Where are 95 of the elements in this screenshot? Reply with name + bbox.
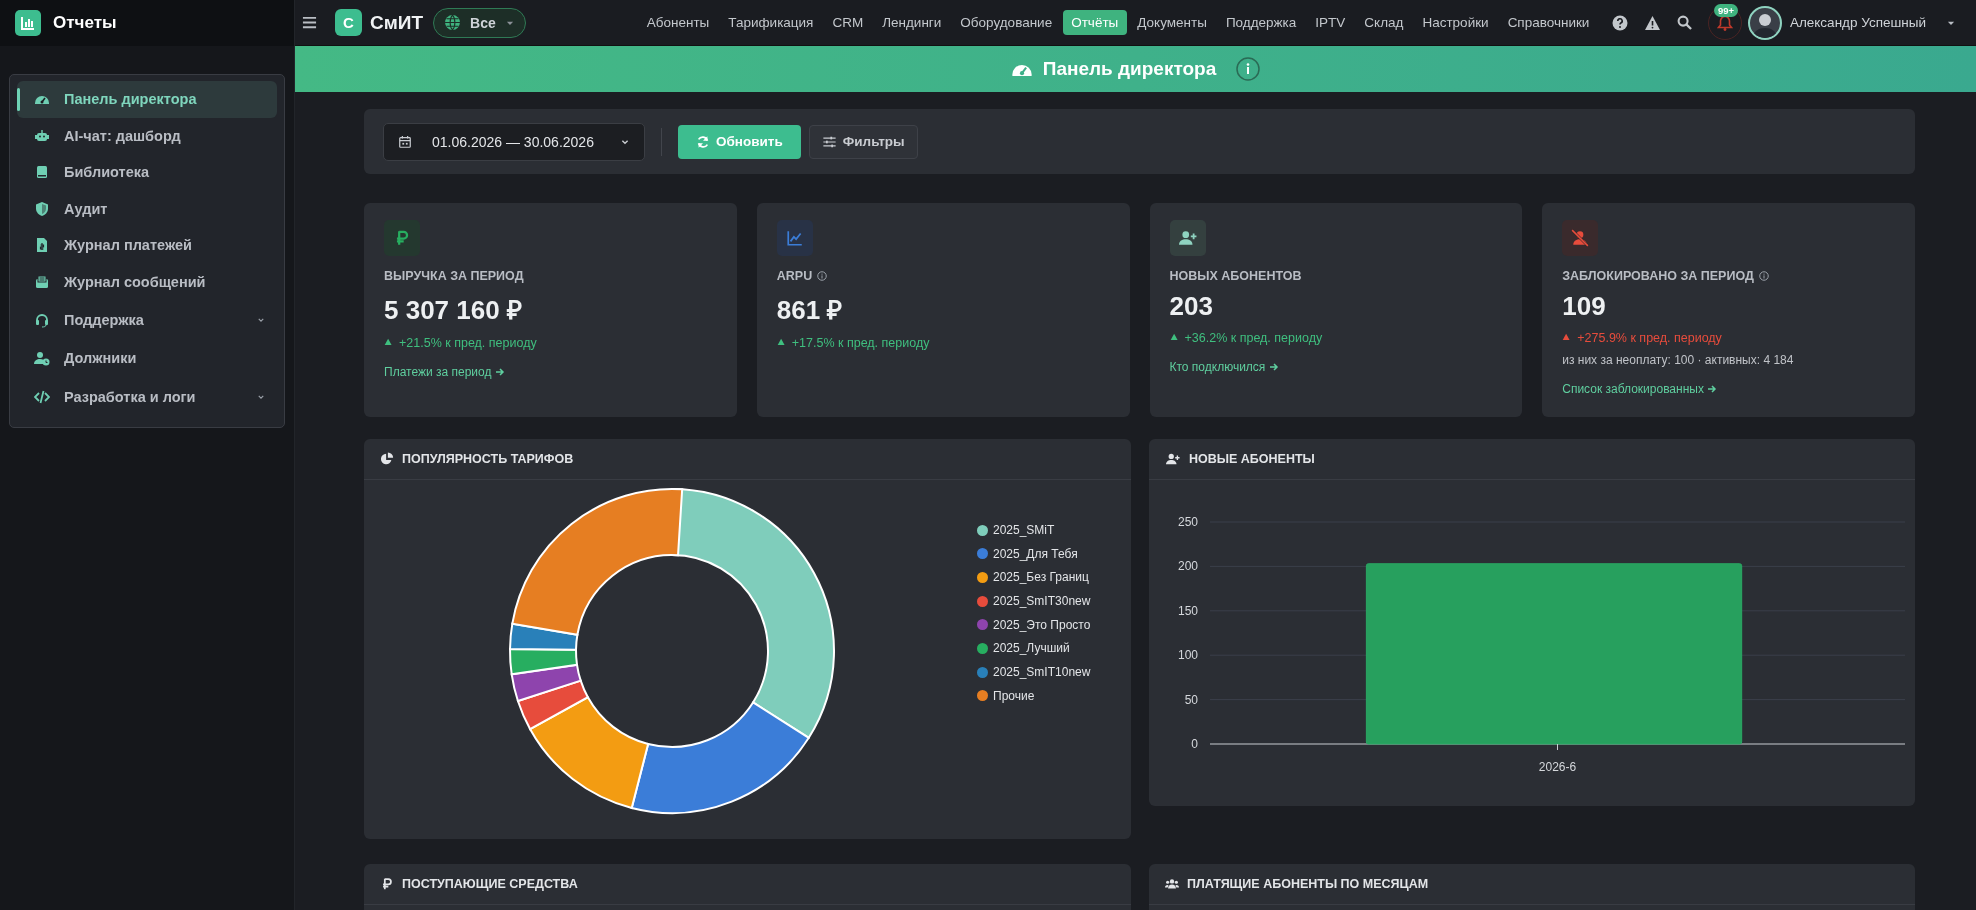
inbox-icon	[34, 273, 50, 290]
arrow-right-icon	[494, 367, 505, 377]
kpi-value: 203	[1169, 291, 1214, 322]
kpi-value: 109	[1562, 291, 1607, 322]
user-name[interactable]: Александр Успешный	[1789, 15, 1926, 30]
axis-label: 0	[1191, 737, 1198, 751]
kpi-change: +275.9% к пред. периоду	[1577, 331, 1722, 345]
card-title: НОВЫЕ АБОНЕНТЫ	[1189, 452, 1315, 466]
sidebar-item[interactable]: Журнал сообщений	[17, 263, 277, 300]
legend-label: 2025_SmIT30new	[993, 594, 1091, 609]
help-icon	[1611, 14, 1628, 31]
headset-icon	[34, 312, 50, 328]
notification-count: 99+	[1713, 3, 1739, 17]
refresh-icon	[696, 134, 710, 149]
legend-label: 2025_SmIT10new	[993, 665, 1091, 680]
legend-label: 2025_Без Границ	[993, 570, 1089, 585]
filters-button[interactable]: Фильтры	[808, 124, 918, 159]
kpi-label: НОВЫХ АБОНЕНТОВ	[1169, 269, 1302, 283]
bar-chart-icon	[20, 15, 36, 31]
ruble-icon	[380, 877, 394, 891]
donut-slice	[509, 647, 578, 676]
kpi-label: ЗАБЛОКИРОВАНО ЗА ПЕРИОД	[1562, 269, 1754, 283]
page-title: Панель директора	[1042, 58, 1217, 80]
user-slash-icon	[1571, 229, 1590, 247]
line-chart-icon	[785, 229, 804, 247]
legend-label: 2025_SMiT	[993, 523, 1055, 537]
shield-icon	[34, 200, 50, 217]
logo-letter: С	[335, 9, 362, 36]
card-title: ПОПУЛЯРНОСТЬ ТАРИФОВ	[402, 452, 574, 466]
nav-link[interactable]: Настройки	[1413, 10, 1498, 35]
nav-link[interactable]: IPTV	[1306, 10, 1354, 35]
nav-link[interactable]: Лендинги	[873, 10, 950, 35]
kpi-value: 861 ₽	[776, 294, 844, 327]
sidebar-title: Отчеты	[53, 13, 117, 33]
card-title: ПЛАТЯЩИЕ АБОНЕНТЫ ПО МЕСЯЦАМ	[1187, 877, 1429, 891]
nav-link[interactable]: CRM	[823, 10, 872, 35]
sidebar-item[interactable]: Панель директора	[17, 81, 277, 118]
kpi-change: +36.2% к пред. периоду	[1184, 331, 1323, 345]
user-plus-icon	[1165, 452, 1181, 466]
kpi-change: +21.5% к пред. периоду	[399, 336, 537, 350]
kpi-label: ARPU	[776, 269, 813, 283]
date-range-field[interactable]: 01.06.2026 — 30.06.2026	[383, 122, 645, 161]
bell-icon	[1716, 14, 1733, 31]
users-icon	[1165, 877, 1179, 891]
axis-label: 100	[1177, 648, 1198, 663]
info-icon[interactable]	[1236, 57, 1261, 81]
warning-icon	[1643, 14, 1661, 31]
kpi-link[interactable]: Платежи за период	[384, 365, 505, 379]
kpi-link[interactable]: Список заблокированных	[1562, 382, 1718, 396]
invoice-icon	[34, 237, 50, 254]
sidebar-item[interactable]: Журнал платежей	[17, 227, 277, 264]
legend-label: 2025_Это Просто	[993, 617, 1091, 632]
menu-icon[interactable]	[302, 15, 317, 30]
kpi-link[interactable]: Кто подключился	[1169, 360, 1279, 374]
robot-icon	[34, 127, 50, 144]
nav-link[interactable]: Тарификация	[719, 10, 822, 35]
nav-link[interactable]: Поддержка	[1217, 10, 1305, 35]
brand-name: СмИТ	[370, 11, 424, 34]
sliders-icon	[821, 134, 837, 149]
sidebar-item[interactable]: AI-чат: дашборд	[17, 117, 277, 154]
axis-label: 50	[1184, 692, 1198, 707]
nav-link[interactable]: Документы	[1128, 10, 1216, 35]
kpi-label: ВЫРУЧКА ЗА ПЕРИОД	[384, 269, 524, 283]
sidebar-item[interactable]: Аудит	[17, 190, 277, 227]
code-icon	[34, 388, 50, 405]
nav-link[interactable]: Оборудование	[951, 10, 1061, 35]
user-clock-icon	[34, 350, 50, 367]
axis-label: 2026-6	[1538, 760, 1577, 774]
region-selector[interactable]: Все	[433, 7, 526, 38]
kpi-change: +17.5% к пред. периоду	[791, 336, 930, 350]
sidebar-item[interactable]: Библиотека	[17, 154, 277, 191]
calendar-icon	[398, 134, 412, 149]
nav-link[interactable]: Абоненты	[638, 10, 718, 35]
legend-label: 2025_Для Тебя	[993, 546, 1078, 561]
sidebar-item[interactable]: Поддержка	[17, 300, 277, 340]
arrow-right-icon	[1268, 362, 1279, 372]
legend-label: Прочие	[993, 688, 1035, 703]
kpi-note: из них за неоплату: 100 · активных: 4 184	[1562, 353, 1795, 367]
user-avatar[interactable]	[1747, 5, 1782, 40]
nav-link[interactable]: Склад	[1355, 10, 1412, 35]
pie-chart-icon	[380, 452, 394, 466]
sidebar-item[interactable]: Разработка и логи	[17, 376, 277, 417]
card-title: ПОСТУПАЮЩИЕ СРЕДСТВА	[402, 877, 578, 891]
kpi-value: 5 307 160 ₽	[384, 294, 523, 327]
axis-label: 200	[1177, 559, 1198, 574]
axis-label: 150	[1177, 603, 1198, 618]
book-icon	[34, 164, 50, 181]
user-plus-icon	[1178, 229, 1197, 247]
nav-link[interactable]: Справочники	[1499, 10, 1598, 35]
axis-label: 250	[1177, 515, 1198, 529]
sidebar-item[interactable]: Должники	[17, 340, 277, 377]
arrow-right-icon	[1707, 384, 1718, 394]
search-icon	[1676, 15, 1692, 30]
globe-icon	[444, 14, 462, 31]
legend-label: 2025_Лучший	[993, 641, 1070, 656]
